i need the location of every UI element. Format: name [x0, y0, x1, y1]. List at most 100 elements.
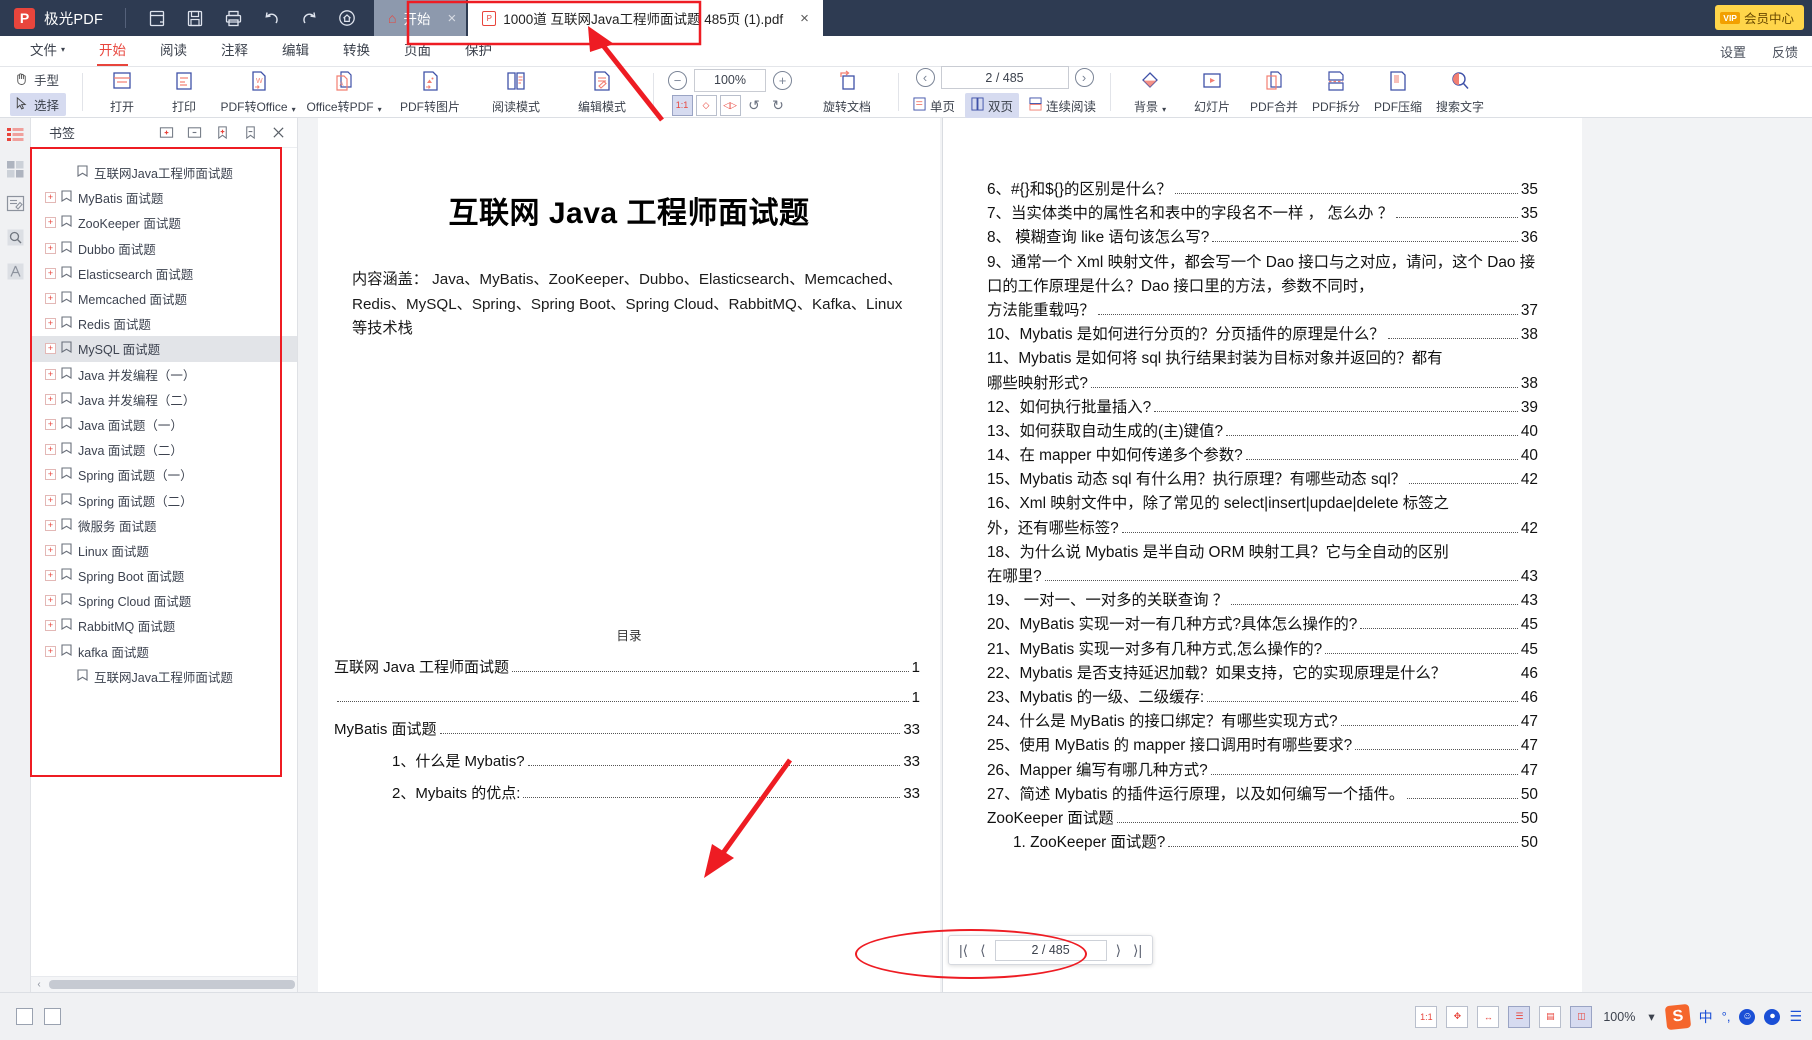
- toc-entry[interactable]: 18、为什么说 Mybatis 是半自动 ORM 映射工具？它与全自动的区别 在哪…: [987, 541, 1538, 589]
- pdf-split-button[interactable]: PDF拆分: [1305, 69, 1367, 115]
- previous-page-button[interactable]: ‹: [915, 68, 935, 87]
- toc-entry[interactable]: 10、Mybatis 是如何进行分页的？分页插件的原理是什么？ 38: [987, 323, 1538, 347]
- expand-toggle-icon[interactable]: +: [45, 544, 56, 556]
- edit-mode-button[interactable]: 编辑模式: [559, 69, 645, 115]
- single-page-view-icon[interactable]: ▤: [1539, 1005, 1562, 1028]
- bookmark-item[interactable]: + Linux 面试题: [31, 538, 297, 563]
- redo-icon[interactable]: [294, 5, 324, 31]
- background-button[interactable]: 背景 ▾: [1119, 69, 1181, 115]
- menu-item-page[interactable]: 页面: [404, 36, 431, 67]
- tab-document-close-icon[interactable]: ×: [800, 10, 809, 27]
- fit-page-icon[interactable]: ✥: [1446, 1005, 1469, 1028]
- bookmark-item[interactable]: + Dubbo 面试题: [31, 236, 297, 261]
- scroll-left-arrow-icon[interactable]: ‹: [31, 979, 47, 990]
- annotations-icon[interactable]: [4, 192, 27, 215]
- continuous-view-icon[interactable]: ☰: [1508, 1005, 1531, 1028]
- bookmark-item[interactable]: + MyBatis 面试题: [31, 185, 297, 210]
- toc-entry[interactable]: 13、如何获取自动生成的(主)键值? 40: [987, 420, 1538, 444]
- menu-item-protect[interactable]: 保护: [465, 36, 492, 67]
- ime-punctuation-icon[interactable]: °,: [1722, 1009, 1731, 1024]
- bookmark-list[interactable]: 互联网Java工程师面试题 + MyBatis 面试题 + ZooKeeper 面试题 +…: [31, 148, 297, 970]
- bookmark-item[interactable]: + Spring Cloud 面试题: [31, 588, 297, 613]
- pdf-to-office-button[interactable]: W PDF转Office ▾: [215, 69, 301, 115]
- toc-entry[interactable]: 11、Mybatis 是如何将 sql 执行结果封装为目标对象并返回的？都有 哪些…: [987, 347, 1538, 395]
- menu-item-file[interactable]: 文件 ▾: [30, 36, 65, 67]
- expand-toggle-icon[interactable]: +: [45, 343, 56, 355]
- toc-entry[interactable]: 27、简述 Mybatis 的插件运行原理，以及如何编写一个插件。 50: [987, 783, 1538, 807]
- expand-toggle-icon[interactable]: +: [45, 318, 56, 330]
- ime-mode-icon[interactable]: 中: [1699, 1007, 1713, 1027]
- toc-entry[interactable]: 互联网 Java 工程师面试题 1: [334, 656, 920, 677]
- toc-entry[interactable]: 12、如何执行批量插入? 39: [987, 396, 1538, 420]
- rotate-document-button[interactable]: 旋转文档: [804, 69, 890, 115]
- expand-toggle-icon[interactable]: +: [45, 217, 56, 229]
- toc-entry[interactable]: 6、#{}和${}的区别是什么？ 35: [987, 178, 1538, 202]
- undo-icon[interactable]: [256, 5, 286, 31]
- toc-entry[interactable]: 8、 模糊查询 like 语句该怎么写? 36: [987, 226, 1538, 250]
- toc-entry[interactable]: 7、当实体类中的属性名和表中的字段名不一样 ， 怎么办 ？ 35: [987, 202, 1538, 226]
- ime-mic-icon[interactable]: ⏺: [1764, 1008, 1781, 1025]
- close-panel-icon[interactable]: [265, 121, 291, 145]
- bookmark-item[interactable]: + Memcached 面试题: [31, 286, 297, 311]
- toc-entry[interactable]: 1: [334, 689, 920, 706]
- toc-entry[interactable]: 1. ZooKeeper 面试题? 50: [987, 831, 1538, 855]
- add-bookmark-icon[interactable]: [209, 121, 235, 145]
- tab-home-close-icon[interactable]: ×: [447, 10, 456, 27]
- single-page-button[interactable]: 单页: [907, 93, 961, 118]
- fit-page-icon[interactable]: ◇: [695, 94, 717, 116]
- bookmark-item[interactable]: + Spring 面试题（一）: [31, 462, 297, 487]
- expand-toggle-icon[interactable]: +: [45, 444, 56, 456]
- hand-tool-button[interactable]: 手型: [10, 68, 66, 91]
- expand-toggle-icon[interactable]: +: [45, 645, 56, 657]
- menu-item-edit[interactable]: 编辑: [282, 36, 309, 67]
- feedback-link[interactable]: 反馈: [1772, 42, 1798, 61]
- toc-entry[interactable]: 9、通常一个 Xml 映射文件，都会写一个 Dao 接口与之对应，请问，这个 D…: [987, 251, 1538, 324]
- tab-home[interactable]: ⌂ 开始 ×: [374, 0, 467, 36]
- toc-entry[interactable]: 1、什么是 Mybatis? 33: [392, 750, 920, 771]
- toc-entry[interactable]: 2、Mybaits 的优点: 33: [392, 782, 920, 803]
- menu-item-convert[interactable]: 转换: [343, 36, 370, 67]
- first-page-button[interactable]: |⟨: [956, 942, 971, 959]
- expand-toggle-icon[interactable]: +: [45, 595, 56, 607]
- bookmark-item[interactable]: + ZooKeeper 面试题: [31, 210, 297, 235]
- office-to-pdf-button[interactable]: A Office转PDF ▾: [301, 69, 387, 115]
- page-number-input[interactable]: 2 / 485: [940, 66, 1069, 89]
- bookmark-item[interactable]: + Java 并发编程（二）: [31, 387, 297, 412]
- fit-width-icon[interactable]: ◁▷: [719, 94, 741, 116]
- next-page-button[interactable]: ›: [1074, 68, 1094, 87]
- double-page-view-icon[interactable]: ◫: [1570, 1005, 1593, 1028]
- menu-item-annotate[interactable]: 注释: [221, 36, 248, 67]
- expand-toggle-icon[interactable]: +: [45, 570, 56, 582]
- toc-entry[interactable]: 24、什么是 MyBatis 的接口绑定？有哪些实现方式? 47: [987, 710, 1538, 734]
- toc-entry[interactable]: 20、MyBatis 实现一对一有几种方式?具体怎么操作的? 45: [987, 613, 1538, 637]
- bookmark-item[interactable]: 互联网Java工程师面试题: [31, 160, 297, 185]
- bookmark-item[interactable]: + Redis 面试题: [31, 311, 297, 336]
- menu-item-start[interactable]: 开始: [97, 36, 129, 67]
- zoom-in-button[interactable]: +: [773, 70, 793, 90]
- expand-all-icon[interactable]: [153, 121, 179, 145]
- expand-toggle-icon[interactable]: +: [45, 368, 56, 380]
- ime-emoji-icon[interactable]: ☺: [1739, 1008, 1756, 1025]
- toc-entry[interactable]: 21、MyBatis 实现一对多有几种方式,怎么操作的? 45: [987, 638, 1538, 662]
- bookmark-item[interactable]: + 微服务 面试题: [31, 513, 297, 538]
- menu-item-read[interactable]: 阅读: [160, 36, 187, 67]
- print-button[interactable]: 打印: [153, 69, 215, 115]
- bookmark-item[interactable]: + Java 并发编程（一）: [31, 362, 297, 387]
- expand-toggle-icon[interactable]: +: [45, 242, 56, 254]
- toc-entry[interactable]: 15、Mybatis 动态 sql 有什么用？执行原理？有哪些动态 sql？ 42: [987, 468, 1538, 492]
- pdf-compress-button[interactable]: PDF压缩: [1367, 69, 1429, 115]
- bookmark-item[interactable]: + Java 面试题（一）: [31, 412, 297, 437]
- toc-entry[interactable]: 22、Mybatis 是否支持延迟加载？如果支持，它的实现原理是什么？ 46: [987, 662, 1538, 686]
- toc-entry[interactable]: MyBatis 面试题 33: [334, 718, 920, 739]
- bookmark-horizontal-scrollbar[interactable]: ‹: [31, 976, 297, 992]
- pdf-to-image-button[interactable]: PDF转图片: [387, 69, 473, 115]
- bookmark-list-icon[interactable]: [4, 124, 27, 147]
- expand-toggle-icon[interactable]: +: [45, 293, 56, 305]
- bookmark-item[interactable]: + kafka 面试题: [31, 639, 297, 664]
- actual-size-icon[interactable]: 1:1: [1415, 1005, 1438, 1028]
- read-mode-button[interactable]: 阅读模式: [473, 69, 559, 115]
- delete-bookmark-icon[interactable]: [237, 121, 263, 145]
- bookmark-item[interactable]: + Java 面试题（二）: [31, 437, 297, 462]
- toc-entry[interactable]: 16、Xml 映射文件中，除了常见的 select|insert|updae|d…: [987, 492, 1538, 540]
- search-text-button[interactable]: 搜索文字: [1429, 69, 1491, 115]
